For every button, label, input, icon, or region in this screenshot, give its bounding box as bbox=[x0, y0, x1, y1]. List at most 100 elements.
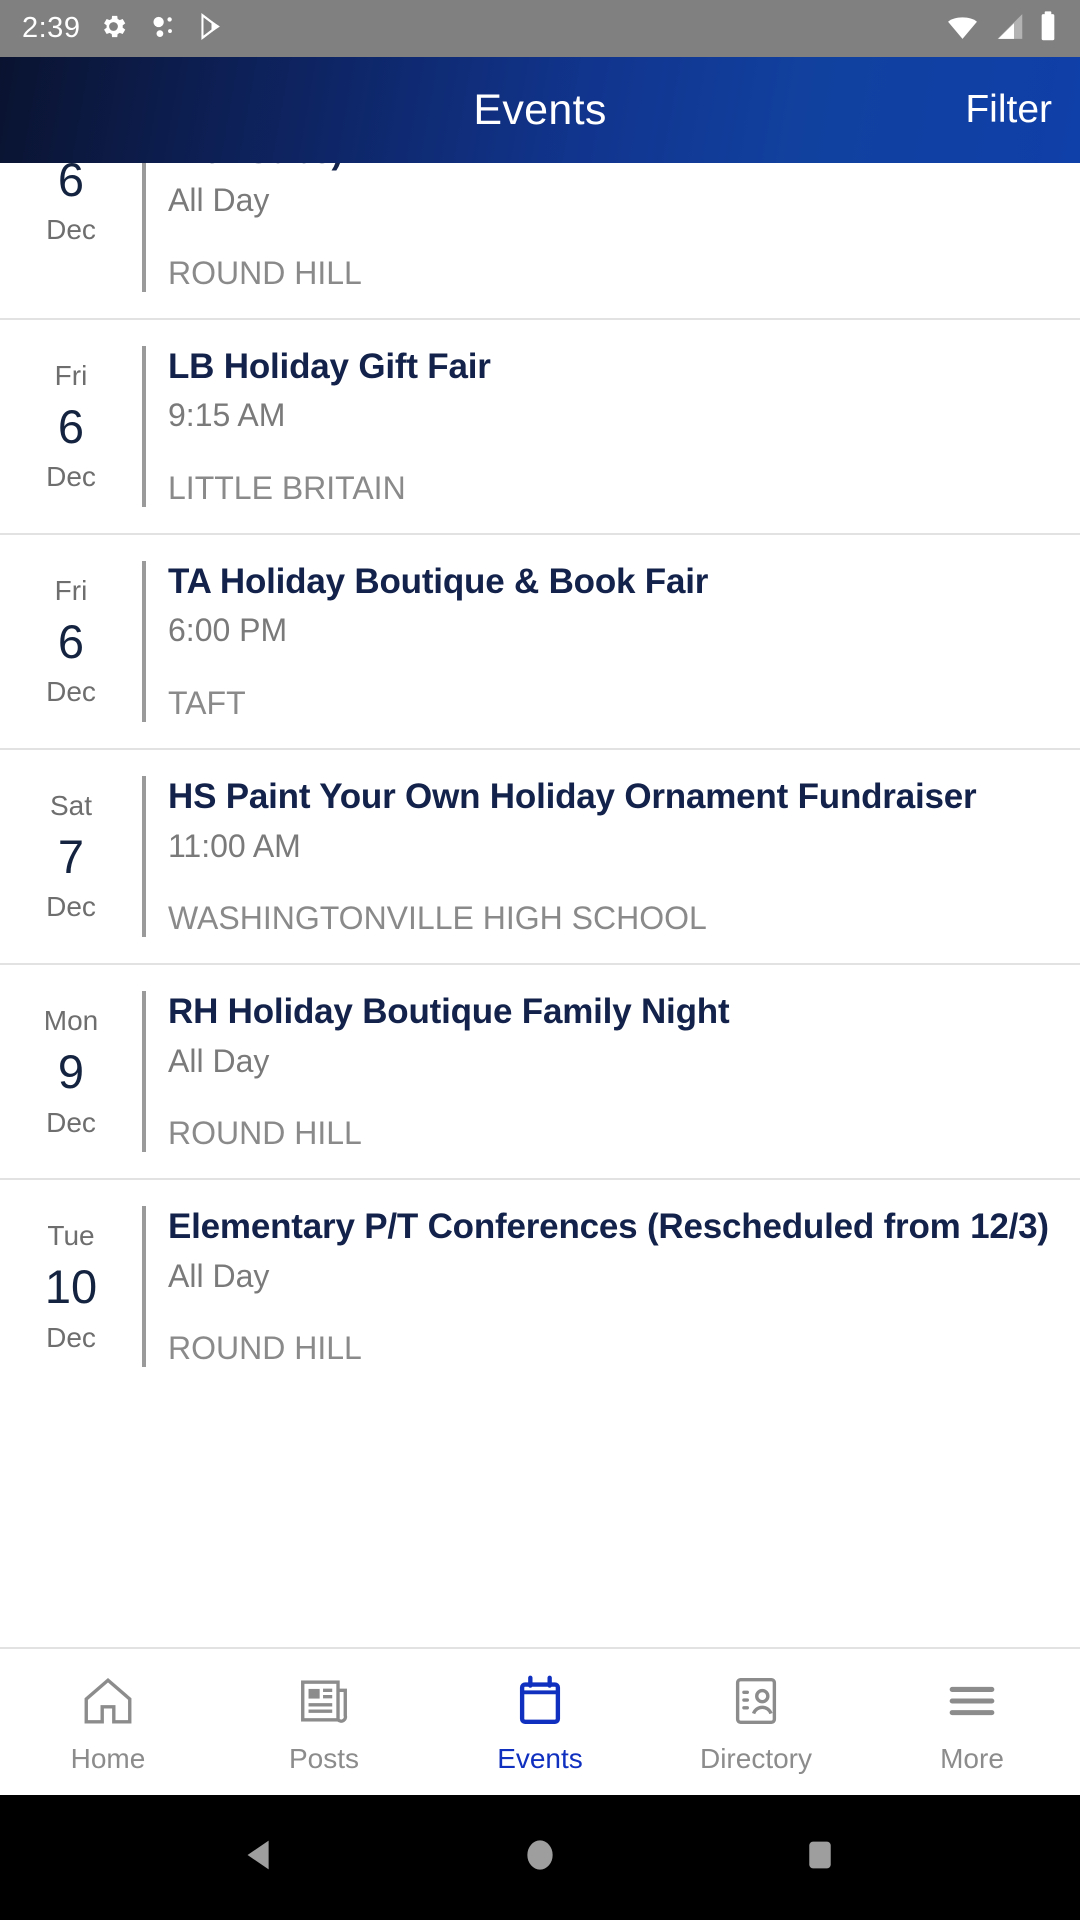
system-navigation-bar bbox=[0, 1795, 1080, 1920]
event-location: ROUND HILL bbox=[168, 1115, 362, 1151]
event-location: ROUND HILL bbox=[168, 1330, 362, 1367]
event-date: Mon 9 Dec bbox=[0, 965, 142, 1178]
back-triangle-icon[interactable] bbox=[237, 1832, 283, 1883]
event-time: 9:15 AM bbox=[168, 397, 286, 434]
event-month: Dec bbox=[46, 891, 96, 923]
status-bar-left: 2:39 bbox=[22, 11, 227, 47]
event-location: TAFT bbox=[168, 684, 246, 721]
event-date: Tue 10 Dec bbox=[0, 1180, 142, 1393]
event-content: with Subs) All Day ROUND HILL bbox=[168, 163, 1056, 292]
bottom-navigation: Home Posts Events Directory More bbox=[0, 1647, 1080, 1795]
events-list[interactable]: 6 Dec with Subs) All Day ROUND HILL Fri … bbox=[0, 163, 1080, 1647]
event-body: RH Holiday Boutique Family Night All Day… bbox=[142, 965, 1080, 1178]
event-dow: Fri bbox=[54, 360, 88, 392]
gear-icon bbox=[98, 11, 129, 47]
event-title: Elementary P/T Conferences (Rescheduled … bbox=[168, 1207, 1049, 1247]
nav-item-events[interactable]: Events bbox=[432, 1672, 648, 1773]
event-day: 6 bbox=[57, 163, 85, 206]
event-location: LITTLE BRITAIN bbox=[168, 469, 406, 506]
newspaper-icon bbox=[293, 1672, 355, 1735]
event-body: with Subs) All Day ROUND HILL bbox=[142, 163, 1080, 318]
event-date: 6 Dec bbox=[0, 163, 142, 318]
event-body: HS Paint Your Own Holiday Ornament Fundr… bbox=[142, 750, 1080, 963]
event-time: All Day bbox=[168, 182, 270, 219]
nav-label-posts: Posts bbox=[288, 1742, 360, 1774]
status-bar: 2:39 bbox=[0, 0, 1080, 57]
event-body: LB Holiday Gift Fair 9:15 AM LITTLE BRIT… bbox=[142, 320, 1080, 533]
table-row[interactable]: 6 Dec with Subs) All Day ROUND HILL bbox=[0, 163, 1080, 321]
event-day: 10 bbox=[44, 1260, 98, 1314]
calendar-icon bbox=[509, 1672, 571, 1735]
filter-button[interactable]: Filter bbox=[965, 88, 1052, 132]
event-day: 6 bbox=[57, 614, 85, 668]
event-title: LB Holiday Gift Fair bbox=[168, 347, 491, 387]
table-row[interactable]: Tue 10 Dec Elementary P/T Conferences (R… bbox=[0, 1180, 1080, 1394]
event-content: HS Paint Your Own Holiday Ornament Fundr… bbox=[168, 776, 1056, 937]
event-accent-bar bbox=[142, 1206, 146, 1368]
nav-label-more: More bbox=[940, 1742, 1004, 1774]
nav-item-more[interactable]: More bbox=[864, 1672, 1080, 1773]
event-location: ROUND HILL bbox=[168, 254, 362, 291]
event-day: 9 bbox=[57, 1045, 85, 1099]
event-content: RH Holiday Boutique Family Night All Day… bbox=[168, 991, 1056, 1152]
event-time: 6:00 PM bbox=[168, 612, 288, 649]
status-bar-right bbox=[946, 10, 1058, 48]
event-body: Elementary P/T Conferences (Rescheduled … bbox=[142, 1180, 1080, 1393]
nav-label-home: Home bbox=[70, 1742, 146, 1774]
app-bar: Events Filter bbox=[0, 57, 1080, 163]
event-date: Fri 6 Dec bbox=[0, 320, 142, 533]
event-month: Dec bbox=[46, 1321, 96, 1353]
event-month: Dec bbox=[46, 461, 96, 493]
event-title: TA Holiday Boutique & Book Fair bbox=[168, 562, 709, 602]
table-row[interactable]: Fri 6 Dec LB Holiday Gift Fair 9:15 AM L… bbox=[0, 320, 1080, 536]
bluetooth-dots-icon bbox=[147, 11, 178, 47]
table-row[interactable]: Sat 7 Dec HS Paint Your Own Holiday Orna… bbox=[0, 750, 1080, 966]
event-accent-bar bbox=[142, 991, 146, 1153]
contact-card-icon bbox=[725, 1672, 787, 1735]
event-month: Dec bbox=[46, 214, 96, 246]
event-dow: Mon bbox=[43, 1005, 99, 1037]
phone-screen: 2:39 Events Filter 6 Dec All Day ROUND H… bbox=[0, 0, 1080, 1920]
cell-signal-icon bbox=[992, 10, 1025, 48]
event-content: LB Holiday Gift Fair 9:15 AM LITTLE BRIT… bbox=[168, 346, 1056, 507]
table-row[interactable]: Mon 9 Dec RH Holiday Boutique Family Nig… bbox=[0, 965, 1080, 1181]
nav-label-directory: Directory bbox=[699, 1742, 812, 1774]
page-title: Events bbox=[473, 85, 607, 134]
event-date: Fri 6 Dec bbox=[0, 535, 142, 748]
event-time: 11:00 AM bbox=[168, 827, 301, 864]
home-icon bbox=[77, 1672, 139, 1735]
nav-item-directory[interactable]: Directory bbox=[648, 1672, 864, 1773]
event-dow: Fri bbox=[54, 575, 88, 607]
table-row[interactable]: Fri 6 Dec TA Holiday Boutique & Book Fai… bbox=[0, 535, 1080, 751]
event-title: HS Paint Your Own Holiday Ornament Fundr… bbox=[168, 777, 977, 817]
event-day: 7 bbox=[57, 830, 85, 884]
event-month: Dec bbox=[46, 1106, 96, 1138]
event-accent-bar bbox=[142, 346, 146, 508]
event-date: Sat 7 Dec bbox=[0, 750, 142, 963]
wifi-icon bbox=[946, 10, 979, 48]
hamburger-icon bbox=[941, 1672, 1003, 1735]
event-day: 6 bbox=[57, 399, 85, 453]
recents-square-icon[interactable] bbox=[797, 1832, 843, 1883]
event-location: WASHINGTONVILLE HIGH SCHOOL bbox=[168, 899, 707, 936]
event-dow: Tue bbox=[47, 1220, 95, 1252]
event-accent-bar bbox=[142, 561, 146, 723]
event-month: Dec bbox=[46, 676, 96, 708]
event-dow: Sat bbox=[49, 790, 93, 822]
status-bar-clock: 2:39 bbox=[22, 12, 81, 44]
event-content: TA Holiday Boutique & Book Fair 6:00 PM … bbox=[168, 561, 1056, 722]
event-accent-bar bbox=[142, 163, 146, 293]
event-content: Elementary P/T Conferences (Rescheduled … bbox=[168, 1206, 1056, 1367]
event-time: All Day bbox=[168, 1042, 270, 1079]
battery-icon bbox=[1038, 10, 1058, 48]
event-title: with Subs) bbox=[168, 163, 1056, 172]
nav-item-home[interactable]: Home bbox=[0, 1672, 216, 1773]
nav-label-events: Events bbox=[497, 1742, 583, 1774]
event-title: RH Holiday Boutique Family Night bbox=[168, 992, 730, 1032]
home-circle-icon[interactable] bbox=[517, 1832, 563, 1883]
play-store-icon bbox=[196, 11, 227, 47]
event-time: All Day bbox=[168, 1257, 270, 1294]
event-accent-bar bbox=[142, 776, 146, 938]
event-body: TA Holiday Boutique & Book Fair 6:00 PM … bbox=[142, 535, 1080, 748]
nav-item-posts[interactable]: Posts bbox=[216, 1672, 432, 1773]
